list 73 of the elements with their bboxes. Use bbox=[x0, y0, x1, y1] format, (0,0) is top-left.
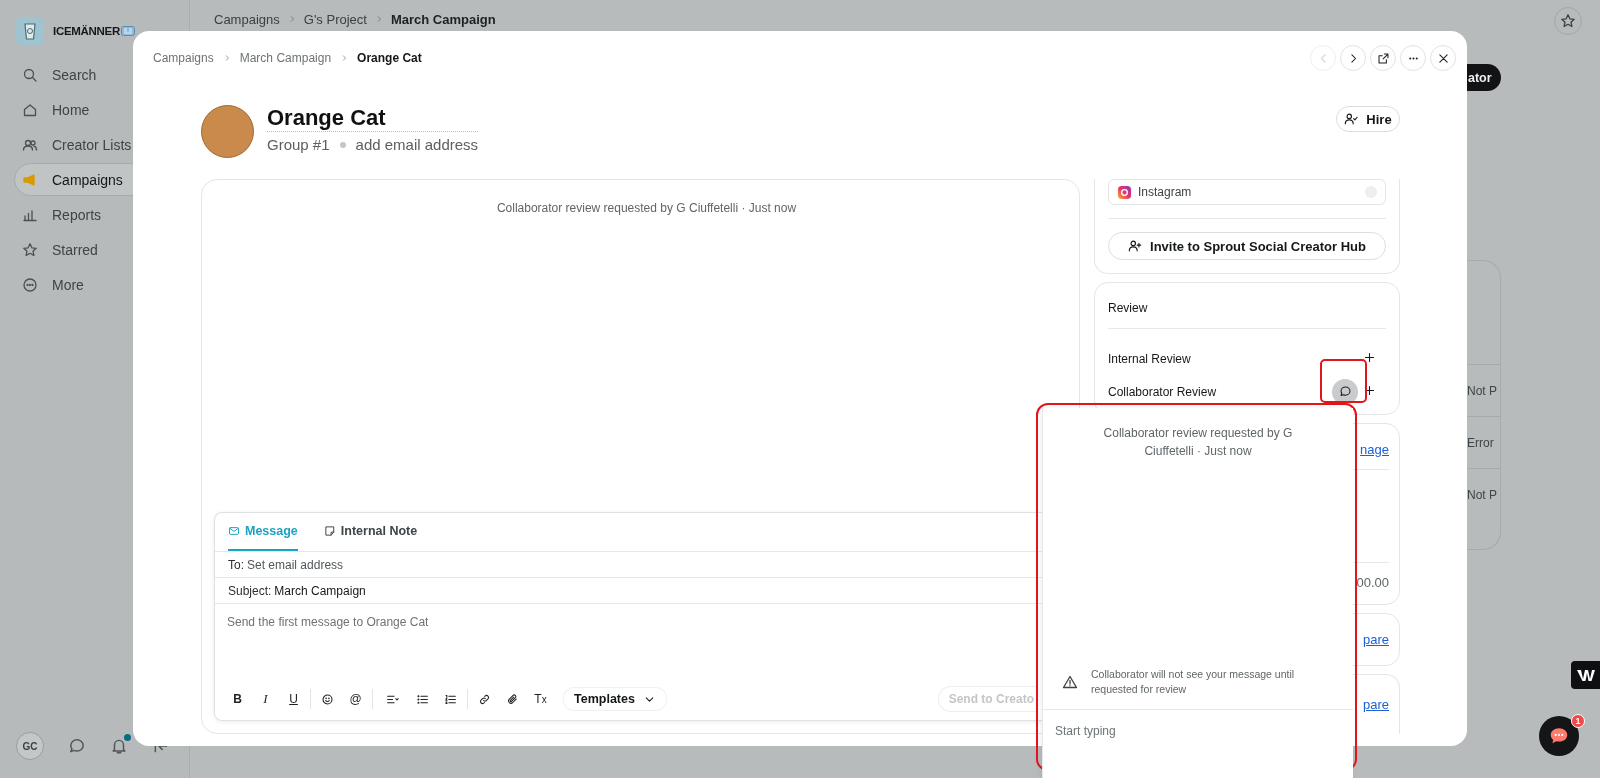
bell-icon[interactable] bbox=[110, 737, 128, 755]
sidebar-item[interactable]: Creator Lists bbox=[14, 128, 197, 161]
review-label: Collaborator Review bbox=[1108, 384, 1217, 399]
to-label: To: bbox=[228, 557, 244, 572]
smiley-icon bbox=[321, 692, 334, 706]
review-label: Internal Review bbox=[1108, 351, 1191, 366]
breadcrumb-item: March Campaign bbox=[390, 11, 496, 27]
search-icon bbox=[22, 66, 38, 83]
hire-button[interactable]: Hire bbox=[1336, 106, 1400, 132]
breadcrumb-item[interactable]: Campaigns bbox=[153, 51, 214, 65]
bullet-list-icon bbox=[416, 692, 429, 706]
logo-icon bbox=[16, 17, 44, 45]
chat-launcher[interactable] bbox=[1539, 716, 1579, 756]
comment-field[interactable]: Start typing bbox=[1043, 709, 1353, 778]
close-button[interactable] bbox=[1430, 45, 1456, 71]
action-button[interactable]: ator bbox=[1467, 64, 1501, 91]
note-icon bbox=[323, 525, 336, 537]
chat-icon bbox=[1338, 385, 1352, 398]
notification-count: 1 bbox=[1571, 714, 1585, 728]
sidebar-item[interactable]: Starred bbox=[14, 233, 197, 266]
table-cell-text: Not P bbox=[1467, 487, 1498, 504]
creator-name: Orange Cat bbox=[267, 105, 479, 132]
platform-name: Instagram bbox=[1138, 185, 1192, 199]
breadcrumb-item[interactable]: Campaigns bbox=[214, 11, 280, 27]
chevron-icon bbox=[340, 54, 349, 62]
italic-button[interactable]: I bbox=[253, 687, 278, 711]
mention-button[interactable]: @ bbox=[343, 687, 368, 711]
star-icon bbox=[22, 241, 38, 258]
badge-icon bbox=[120, 26, 135, 36]
more-icon bbox=[22, 276, 38, 293]
numbered-list-icon bbox=[444, 692, 457, 706]
sidebar-item[interactable]: Reports bbox=[14, 198, 197, 231]
external-link-icon bbox=[1376, 51, 1390, 65]
underline-button[interactable]: U bbox=[281, 687, 306, 711]
separator-dot bbox=[339, 141, 346, 148]
activity-message: Collaborator review requested by G Ciuffetelli · Just now bbox=[495, 201, 798, 215]
manage-link[interactable]: nage bbox=[1360, 442, 1389, 457]
user-avatar[interactable]: GC bbox=[16, 732, 44, 760]
paperclip-icon bbox=[506, 692, 519, 706]
logo-icon[interactable] bbox=[1571, 661, 1600, 689]
platform-row[interactable]: Instagram bbox=[1108, 179, 1386, 205]
amount-value: 00.00 bbox=[1356, 575, 1389, 590]
megaphone-icon bbox=[22, 171, 38, 188]
subject-label: Subject: bbox=[228, 583, 272, 598]
add-email-link[interactable]: add email address bbox=[355, 136, 479, 153]
open-external-button[interactable] bbox=[1370, 45, 1396, 71]
compare-link[interactable]: pare bbox=[1362, 697, 1389, 712]
composer-tab[interactable]: Internal Note bbox=[323, 513, 418, 551]
avatar-photo bbox=[201, 105, 254, 158]
chat-icon[interactable] bbox=[68, 737, 86, 755]
close-icon bbox=[1436, 51, 1450, 65]
breadcrumb-item[interactable]: March Campaign bbox=[239, 51, 332, 65]
person-add-icon bbox=[1128, 239, 1142, 253]
camera-icon bbox=[1117, 184, 1132, 200]
link-icon bbox=[478, 692, 491, 706]
envelope-icon bbox=[228, 525, 240, 537]
warning-text: Collaborator will not see your message until requested for review bbox=[1091, 667, 1296, 697]
person-check-icon bbox=[1344, 112, 1359, 126]
activity-message: Collaborator review requested by G Ciuffetelli · Just now bbox=[1102, 425, 1294, 460]
workspace-name: ICEMÄNNER bbox=[53, 25, 120, 37]
breadcrumb-item[interactable]: G's Project bbox=[303, 11, 367, 27]
sidebar-item[interactable]: Home bbox=[14, 93, 197, 126]
group-label: Group #1 bbox=[267, 136, 330, 153]
invite-button[interactable]: Invite to Sprout Social Creator Hub bbox=[1108, 232, 1386, 260]
breadcrumb-item: Orange Cat bbox=[357, 51, 422, 65]
compare-link[interactable]: pare bbox=[1362, 632, 1389, 647]
templates-dropdown[interactable]: Templates bbox=[564, 688, 666, 710]
bold-button[interactable]: B bbox=[225, 687, 250, 711]
review-heading: Review bbox=[1108, 301, 1149, 315]
sidebar-item[interactable]: More bbox=[14, 268, 197, 301]
star-icon bbox=[1560, 13, 1576, 29]
plus-icon bbox=[1363, 350, 1376, 364]
warning-icon bbox=[1062, 674, 1078, 690]
